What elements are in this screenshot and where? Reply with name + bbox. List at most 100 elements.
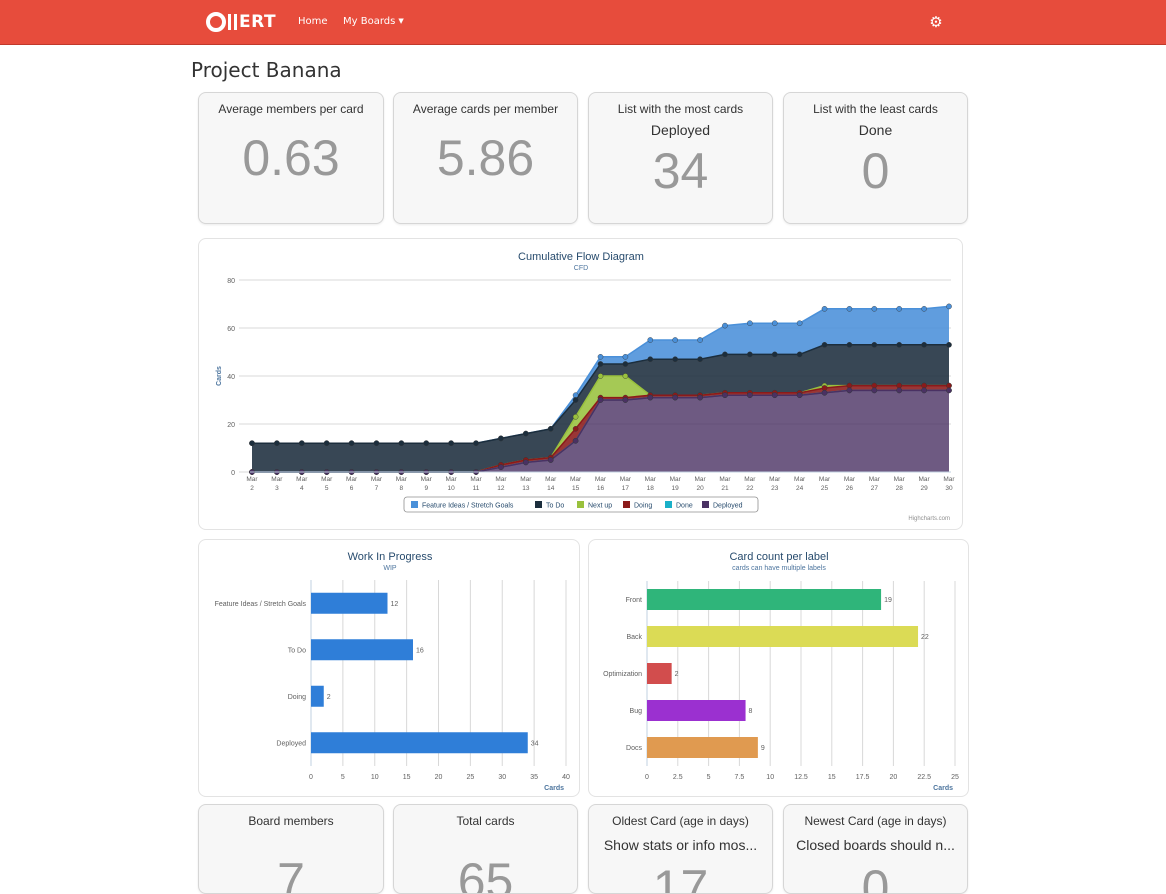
x-tick-label: 9 bbox=[424, 485, 428, 492]
x-tick-label: 15 bbox=[403, 774, 411, 781]
x-tick-label: Mar bbox=[296, 476, 308, 483]
nav-home-link[interactable]: Home bbox=[298, 16, 328, 27]
category-label: Bug bbox=[630, 708, 643, 715]
cfd-point bbox=[622, 361, 629, 367]
legend-item[interactable]: Next up bbox=[588, 503, 612, 510]
data-label: 8 bbox=[749, 708, 753, 715]
cfd-point bbox=[697, 337, 703, 343]
x-tick-label: 30 bbox=[945, 485, 953, 492]
stat-card-total-cards: Total cards 65 bbox=[393, 804, 578, 894]
y-tick-label: 80 bbox=[227, 278, 235, 285]
cfd-point bbox=[871, 342, 878, 348]
cfd-point bbox=[572, 397, 579, 403]
stat-card-oldest-card: Oldest Card (age in days) Show stats or … bbox=[588, 804, 773, 894]
x-tick-label: 10 bbox=[371, 774, 379, 781]
stat-card-avg-members: Average members per card 0.63 bbox=[198, 92, 384, 224]
cfd-point bbox=[274, 440, 280, 446]
cfd-point bbox=[946, 387, 952, 394]
cfd-chart: Cumulative Flow Diagram CFD Highcharts.c… bbox=[216, 251, 955, 522]
bar[interactable] bbox=[647, 589, 882, 610]
legend-item[interactable]: Doing bbox=[634, 503, 652, 510]
x-tick-label: 11 bbox=[473, 485, 480, 492]
x-tick-label: 25 bbox=[951, 774, 959, 781]
category-label: To Do bbox=[288, 647, 306, 654]
cfd-point bbox=[796, 320, 803, 326]
legend-swatch bbox=[665, 501, 672, 508]
bar[interactable] bbox=[311, 639, 413, 661]
legend-swatch bbox=[535, 501, 542, 508]
cfd-point bbox=[846, 342, 853, 348]
legend-item[interactable]: Feature Ideas / Stretch Goals bbox=[422, 503, 514, 510]
stat-label: Newest Card (age in days) bbox=[804, 814, 947, 828]
y-tick-label: 0 bbox=[231, 470, 235, 477]
stat-value: 17 bbox=[652, 860, 709, 894]
x-tick-label: 20 bbox=[890, 774, 898, 781]
cfd-point bbox=[871, 306, 878, 312]
legend-item[interactable]: To Do bbox=[546, 503, 564, 510]
cfd-point bbox=[871, 387, 878, 394]
gear-icon[interactable]: ⚙ bbox=[928, 14, 944, 30]
bar[interactable] bbox=[647, 700, 746, 721]
cfd-point bbox=[946, 303, 952, 310]
chart-credit[interactable]: Highcharts.com bbox=[908, 516, 950, 522]
x-tick-label: Mar bbox=[595, 476, 607, 483]
bar[interactable] bbox=[311, 732, 528, 754]
cfd-point bbox=[921, 342, 927, 348]
cfd-point bbox=[796, 392, 803, 398]
cfd-point bbox=[498, 464, 504, 470]
x-tick-label: 18 bbox=[647, 485, 655, 492]
legend-item[interactable]: Deployed bbox=[713, 503, 743, 510]
chevron-down-icon: ▼ bbox=[398, 17, 404, 25]
x-tick-label: 6 bbox=[350, 485, 354, 492]
cfd-point bbox=[921, 306, 927, 312]
x-axis-label: Cards bbox=[544, 785, 564, 792]
x-tick-label: Mar bbox=[520, 476, 532, 483]
cfd-point bbox=[722, 392, 728, 398]
stat-value: 0 bbox=[861, 143, 890, 199]
bar[interactable] bbox=[311, 685, 324, 707]
data-label: 9 bbox=[761, 745, 765, 752]
legend-item[interactable]: Done bbox=[676, 503, 693, 510]
stat-value: 5.86 bbox=[436, 130, 535, 186]
cfd-point bbox=[523, 430, 529, 437]
stat-card-avg-cards: Average cards per member 5.86 bbox=[393, 92, 578, 224]
bar[interactable] bbox=[647, 737, 758, 758]
data-label: 16 bbox=[416, 647, 424, 654]
x-tick-label: 28 bbox=[896, 485, 904, 492]
cfd-point bbox=[821, 342, 828, 348]
category-label: Deployed bbox=[276, 740, 306, 747]
x-tick-label: 25 bbox=[821, 485, 829, 492]
cfd-point bbox=[398, 440, 405, 446]
cfd-point bbox=[672, 337, 678, 343]
x-tick-label: 40 bbox=[562, 774, 570, 781]
nav-my-boards-dropdown[interactable]: My Boards ▼ bbox=[343, 16, 404, 27]
x-tick-label: 16 bbox=[597, 485, 605, 492]
stat-value: 65 bbox=[457, 853, 514, 894]
bar[interactable] bbox=[647, 663, 672, 684]
cfd-point bbox=[423, 440, 430, 446]
bar[interactable] bbox=[647, 626, 919, 647]
data-label: 34 bbox=[531, 740, 539, 747]
cfd-point bbox=[747, 320, 753, 326]
category-label: Feature Ideas / Stretch Goals bbox=[215, 601, 307, 608]
category-label: Doing bbox=[288, 694, 306, 701]
cfd-point bbox=[771, 320, 778, 326]
x-tick-label: Mar bbox=[371, 476, 383, 483]
brand-logo[interactable]: ERT bbox=[206, 12, 276, 32]
x-tick-label: 21 bbox=[721, 485, 729, 492]
data-label: 19 bbox=[884, 597, 892, 604]
x-tick-label: Mar bbox=[794, 476, 806, 483]
cfd-chart-panel: Cumulative Flow Diagram CFD Highcharts.c… bbox=[198, 238, 963, 530]
x-tick-label: 12.5 bbox=[794, 774, 808, 781]
x-tick-label: 8 bbox=[400, 485, 404, 492]
cfd-point bbox=[821, 385, 828, 391]
data-label: 2 bbox=[327, 694, 331, 701]
cfd-point bbox=[622, 354, 629, 360]
x-tick-label: Mar bbox=[694, 476, 706, 483]
x-tick-label: Mar bbox=[545, 476, 557, 483]
bar[interactable] bbox=[311, 592, 388, 614]
wip-chart: Work In Progress WIP 0 5 10 15 20 25 30 35 40 Car… bbox=[215, 551, 570, 792]
stat-value: 34 bbox=[652, 143, 709, 199]
stat-card-newest-card: Newest Card (age in days) Closed boards … bbox=[783, 804, 968, 894]
x-tick-label: 24 bbox=[796, 485, 804, 492]
